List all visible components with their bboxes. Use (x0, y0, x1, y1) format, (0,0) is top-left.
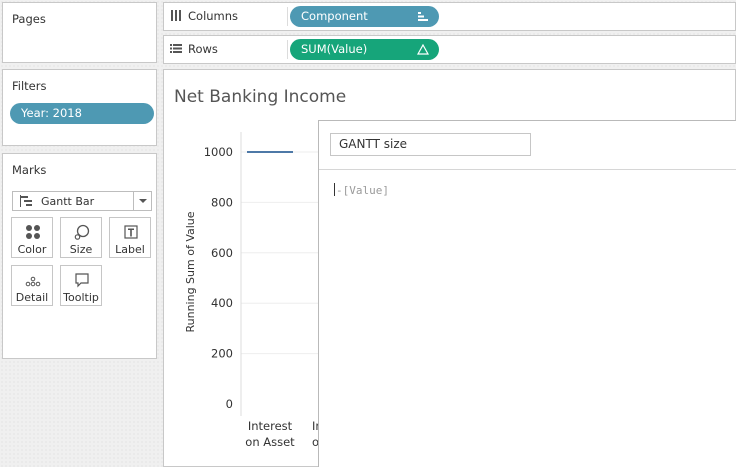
text-cursor (334, 183, 335, 196)
size-label: Size (69, 243, 93, 256)
detail-label: Detail (15, 291, 49, 304)
rows-shelf-label: Rows (170, 42, 218, 56)
tooltip-label: Tooltip (63, 291, 99, 304)
pages-title: Pages (12, 12, 46, 26)
calculation-name-field[interactable]: GANTT size (330, 133, 531, 156)
sum-value-pill[interactable]: SUM(Value) (290, 39, 439, 60)
sum-value-pill-text: SUM(Value) (301, 42, 368, 56)
chevron-down-icon[interactable] (133, 192, 151, 210)
x-category-label: Interest (248, 419, 293, 433)
calculation-formula-area[interactable]: -[Value] (334, 183, 389, 197)
shelf-divider (287, 40, 288, 59)
color-label: Color (17, 243, 47, 256)
x-category-label: on Asset (245, 435, 295, 449)
label-button[interactable]: Label (109, 217, 151, 258)
y-tick-label: 800 (211, 195, 233, 209)
y-tick-label: 0 (226, 397, 233, 411)
marks-title: Marks (12, 163, 47, 177)
x-category-layer: Intereston AssetInon (245, 419, 326, 449)
detail-button[interactable]: Detail (11, 265, 53, 306)
component-pill[interactable]: Component (290, 6, 439, 27)
label-icon (124, 225, 138, 239)
divider (319, 169, 736, 170)
marks-card: Marks Gantt Bar Color Size Label Detail … (2, 153, 157, 359)
y-tick-label: 200 (211, 347, 233, 361)
y-tick-label: 600 (211, 246, 233, 260)
rows-icon (170, 44, 182, 53)
shelf-divider (287, 7, 288, 26)
color-button[interactable]: Color (11, 217, 53, 258)
columns-shelf[interactable]: Columns Component (163, 2, 736, 31)
filters-title: Filters (12, 79, 47, 93)
label-label: Label (115, 243, 145, 256)
y-tick-label: 400 (211, 296, 233, 310)
color-icon (26, 225, 40, 239)
component-pill-text: Component (301, 9, 368, 23)
filters-card: Filters Year: 2018 (2, 69, 157, 146)
mark-type-label: Gantt Bar (41, 195, 95, 208)
calculation-formula-text: -[Value] (336, 184, 389, 197)
y-tick-label: 1000 (204, 145, 233, 159)
columns-label-text: Columns (188, 9, 239, 23)
delta-icon (417, 44, 429, 55)
detail-icon (25, 276, 41, 287)
columns-shelf-label: Columns (170, 9, 238, 23)
y-axis-title: Running Sum of Value (184, 211, 197, 332)
sort-icon (418, 12, 428, 21)
axis-layer: 0 200 400 600 800 1000 (204, 132, 242, 416)
tooltip-button[interactable]: Tooltip (60, 265, 102, 306)
year-filter-pill[interactable]: Year: 2018 (10, 103, 154, 124)
rows-shelf[interactable]: Rows SUM(Value) (163, 35, 736, 64)
tooltip-icon (75, 273, 89, 288)
gantt-bar-icon (20, 195, 32, 207)
calculation-editor: GANTT size -[Value] (318, 120, 736, 467)
gantt-bar-mark[interactable] (247, 151, 293, 153)
size-icon (74, 224, 90, 240)
pages-card: Pages (2, 2, 157, 63)
mark-type-dropdown[interactable]: Gantt Bar (12, 191, 152, 211)
size-button[interactable]: Size (60, 217, 102, 258)
rows-label-text: Rows (188, 42, 218, 56)
columns-icon (171, 10, 181, 21)
